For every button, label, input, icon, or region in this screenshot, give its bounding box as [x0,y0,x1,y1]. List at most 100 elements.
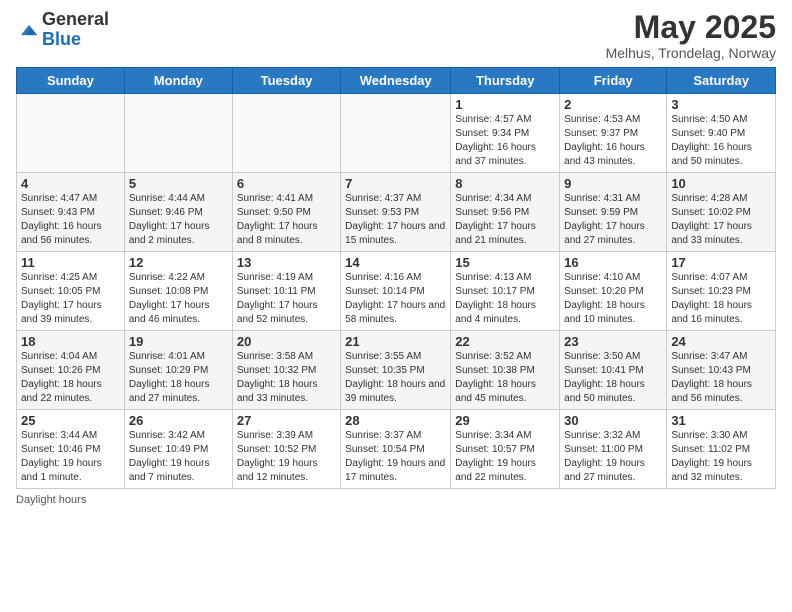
logo: General Blue [16,10,109,50]
day-info: Sunrise: 4:13 AM Sunset: 10:17 PM Daylig… [455,271,555,327]
day-number: 7 [345,176,446,191]
day-info: Sunrise: 3:55 AM Sunset: 10:35 PM Daylig… [345,350,446,406]
calendar-week-row-2: 11Sunrise: 4:25 AM Sunset: 10:05 PM Dayl… [17,252,776,331]
day-info: Sunrise: 4:04 AM Sunset: 10:26 PM Daylig… [21,350,120,406]
title-area: May 2025 Melhus, Trondelag, Norway [606,10,776,61]
page: General Blue May 2025 Melhus, Trondelag,… [0,0,792,516]
calendar-cell: 18Sunrise: 4:04 AM Sunset: 10:26 PM Dayl… [17,331,125,410]
calendar-week-row-0: 1Sunrise: 4:57 AM Sunset: 9:34 PM Daylig… [17,94,776,173]
day-number: 24 [671,334,771,349]
day-info: Sunrise: 3:34 AM Sunset: 10:57 PM Daylig… [455,429,555,485]
calendar-cell: 16Sunrise: 4:10 AM Sunset: 10:20 PM Dayl… [560,252,667,331]
calendar-cell: 17Sunrise: 4:07 AM Sunset: 10:23 PM Dayl… [667,252,776,331]
calendar-cell: 31Sunrise: 3:30 AM Sunset: 11:02 PM Dayl… [667,410,776,489]
calendar-cell: 12Sunrise: 4:22 AM Sunset: 10:08 PM Dayl… [124,252,232,331]
col-friday: Friday [560,68,667,94]
calendar-cell: 15Sunrise: 4:13 AM Sunset: 10:17 PM Dayl… [451,252,560,331]
daylight-label: Daylight hours [16,494,86,506]
day-info: Sunrise: 4:25 AM Sunset: 10:05 PM Daylig… [21,271,120,327]
day-number: 25 [21,413,120,428]
day-number: 23 [564,334,662,349]
logo-text: General Blue [42,10,109,50]
day-number: 17 [671,255,771,270]
day-number: 27 [237,413,336,428]
calendar-cell: 24Sunrise: 3:47 AM Sunset: 10:43 PM Dayl… [667,331,776,410]
month-title: May 2025 [606,10,776,45]
calendar-cell [232,94,340,173]
day-number: 22 [455,334,555,349]
calendar-cell: 29Sunrise: 3:34 AM Sunset: 10:57 PM Dayl… [451,410,560,489]
day-number: 2 [564,97,662,112]
calendar-cell: 26Sunrise: 3:42 AM Sunset: 10:49 PM Dayl… [124,410,232,489]
day-number: 11 [21,255,120,270]
calendar-cell: 27Sunrise: 3:39 AM Sunset: 10:52 PM Dayl… [232,410,340,489]
calendar-week-row-1: 4Sunrise: 4:47 AM Sunset: 9:43 PM Daylig… [17,173,776,252]
day-number: 26 [129,413,228,428]
calendar-cell [341,94,451,173]
calendar-cell: 30Sunrise: 3:32 AM Sunset: 11:00 PM Dayl… [560,410,667,489]
logo-icon [18,19,40,41]
calendar-cell: 1Sunrise: 4:57 AM Sunset: 9:34 PM Daylig… [451,94,560,173]
calendar-cell: 7Sunrise: 4:37 AM Sunset: 9:53 PM Daylig… [341,173,451,252]
day-info: Sunrise: 4:07 AM Sunset: 10:23 PM Daylig… [671,271,771,327]
day-info: Sunrise: 4:31 AM Sunset: 9:59 PM Dayligh… [564,192,662,248]
calendar-cell: 6Sunrise: 4:41 AM Sunset: 9:50 PM Daylig… [232,173,340,252]
day-number: 20 [237,334,336,349]
calendar-cell: 22Sunrise: 3:52 AM Sunset: 10:38 PM Dayl… [451,331,560,410]
calendar-cell: 10Sunrise: 4:28 AM Sunset: 10:02 PM Dayl… [667,173,776,252]
day-number: 21 [345,334,446,349]
logo-general: General [42,10,109,30]
day-number: 15 [455,255,555,270]
day-info: Sunrise: 3:37 AM Sunset: 10:54 PM Daylig… [345,429,446,485]
day-number: 10 [671,176,771,191]
day-info: Sunrise: 4:37 AM Sunset: 9:53 PM Dayligh… [345,192,446,248]
col-thursday: Thursday [451,68,560,94]
calendar-cell: 3Sunrise: 4:50 AM Sunset: 9:40 PM Daylig… [667,94,776,173]
calendar-week-row-4: 25Sunrise: 3:44 AM Sunset: 10:46 PM Dayl… [17,410,776,489]
calendar-cell: 4Sunrise: 4:47 AM Sunset: 9:43 PM Daylig… [17,173,125,252]
calendar-cell: 20Sunrise: 3:58 AM Sunset: 10:32 PM Dayl… [232,331,340,410]
day-info: Sunrise: 3:42 AM Sunset: 10:49 PM Daylig… [129,429,228,485]
day-info: Sunrise: 4:22 AM Sunset: 10:08 PM Daylig… [129,271,228,327]
day-number: 16 [564,255,662,270]
day-info: Sunrise: 4:16 AM Sunset: 10:14 PM Daylig… [345,271,446,327]
day-info: Sunrise: 4:57 AM Sunset: 9:34 PM Dayligh… [455,113,555,169]
header: General Blue May 2025 Melhus, Trondelag,… [16,10,776,61]
day-info: Sunrise: 4:10 AM Sunset: 10:20 PM Daylig… [564,271,662,327]
col-wednesday: Wednesday [341,68,451,94]
day-number: 8 [455,176,555,191]
day-number: 30 [564,413,662,428]
calendar-cell: 14Sunrise: 4:16 AM Sunset: 10:14 PM Dayl… [341,252,451,331]
day-info: Sunrise: 3:32 AM Sunset: 11:00 PM Daylig… [564,429,662,485]
col-monday: Monday [124,68,232,94]
day-number: 31 [671,413,771,428]
calendar-cell [124,94,232,173]
day-info: Sunrise: 4:34 AM Sunset: 9:56 PM Dayligh… [455,192,555,248]
calendar-cell: 2Sunrise: 4:53 AM Sunset: 9:37 PM Daylig… [560,94,667,173]
day-number: 5 [129,176,228,191]
day-info: Sunrise: 4:19 AM Sunset: 10:11 PM Daylig… [237,271,336,327]
calendar-cell: 11Sunrise: 4:25 AM Sunset: 10:05 PM Dayl… [17,252,125,331]
calendar-cell: 9Sunrise: 4:31 AM Sunset: 9:59 PM Daylig… [560,173,667,252]
calendar-cell: 19Sunrise: 4:01 AM Sunset: 10:29 PM Dayl… [124,331,232,410]
calendar-week-row-3: 18Sunrise: 4:04 AM Sunset: 10:26 PM Dayl… [17,331,776,410]
day-number: 6 [237,176,336,191]
day-info: Sunrise: 4:41 AM Sunset: 9:50 PM Dayligh… [237,192,336,248]
day-info: Sunrise: 4:50 AM Sunset: 9:40 PM Dayligh… [671,113,771,169]
calendar-table: Sunday Monday Tuesday Wednesday Thursday… [16,67,776,489]
day-info: Sunrise: 4:47 AM Sunset: 9:43 PM Dayligh… [21,192,120,248]
day-info: Sunrise: 3:39 AM Sunset: 10:52 PM Daylig… [237,429,336,485]
day-number: 14 [345,255,446,270]
calendar-cell: 25Sunrise: 3:44 AM Sunset: 10:46 PM Dayl… [17,410,125,489]
day-number: 1 [455,97,555,112]
day-number: 12 [129,255,228,270]
day-number: 18 [21,334,120,349]
day-info: Sunrise: 3:44 AM Sunset: 10:46 PM Daylig… [21,429,120,485]
calendar-cell: 23Sunrise: 3:50 AM Sunset: 10:41 PM Dayl… [560,331,667,410]
location-subtitle: Melhus, Trondelag, Norway [606,45,776,61]
footer: Daylight hours [16,494,776,506]
day-info: Sunrise: 3:52 AM Sunset: 10:38 PM Daylig… [455,350,555,406]
day-number: 29 [455,413,555,428]
day-number: 19 [129,334,228,349]
logo-blue: Blue [42,30,109,50]
